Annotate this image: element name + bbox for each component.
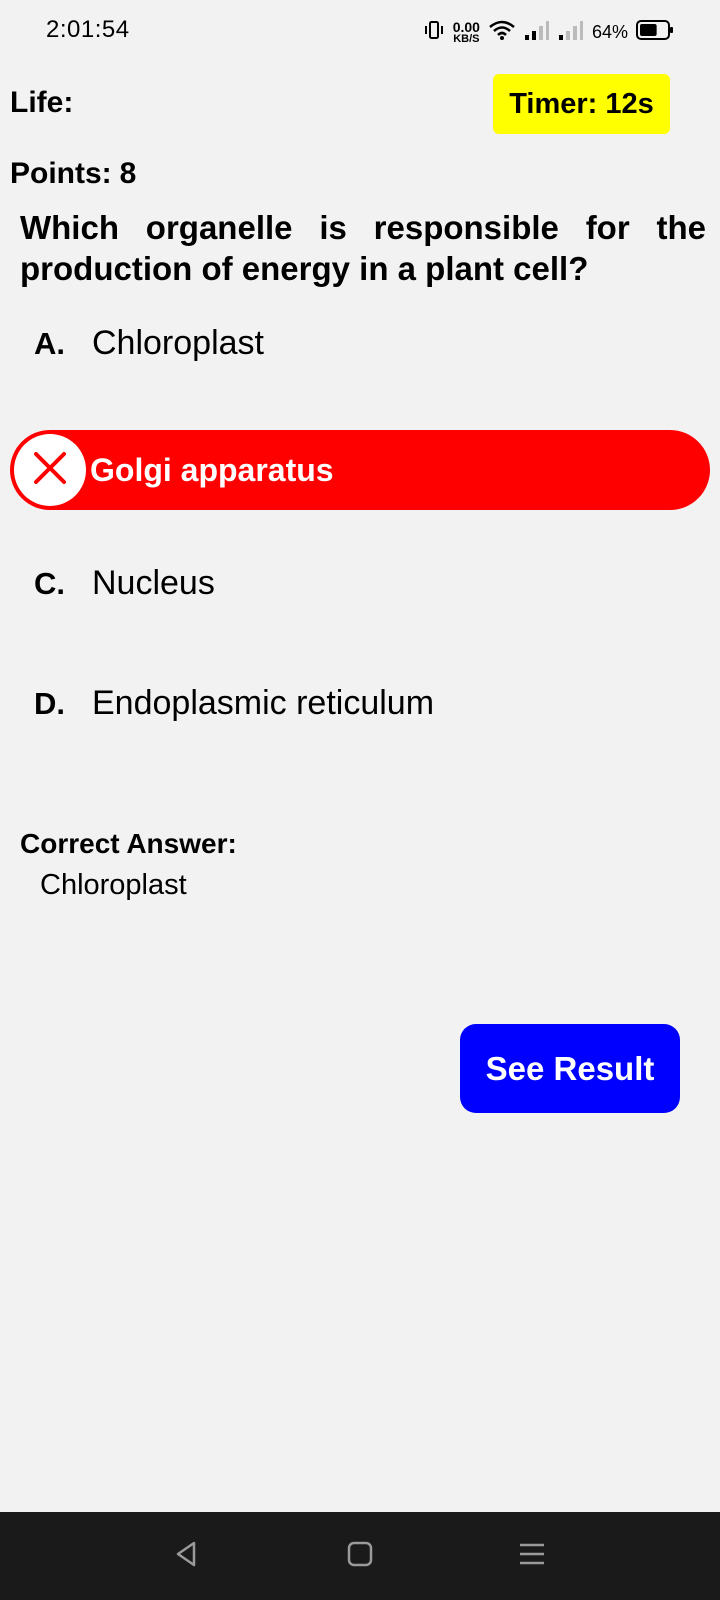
back-icon bbox=[172, 1539, 202, 1574]
points-value: 8 bbox=[119, 157, 137, 190]
signal-icon bbox=[558, 19, 584, 46]
status-time: 2:01:54 bbox=[46, 16, 130, 43]
battery-percent: 64% bbox=[591, 21, 628, 42]
points-label: Points: bbox=[10, 157, 112, 190]
question-text: Which organelle is responsible for the p… bbox=[20, 209, 706, 287]
close-icon bbox=[32, 450, 68, 491]
wrong-indicator bbox=[14, 434, 86, 506]
home-icon bbox=[345, 1539, 375, 1574]
status-icons: 0.00 KB/S 64% bbox=[423, 16, 674, 48]
option-label: Endoplasmic reticulum bbox=[92, 684, 435, 722]
status-bar: 2:01:54 0.00 KB/S 64% bbox=[0, 0, 720, 62]
signal-icon bbox=[524, 19, 550, 46]
option-letter: A. bbox=[34, 325, 65, 361]
correct-answer-value: Chloroplast bbox=[40, 869, 187, 901]
see-result-button[interactable]: See Result bbox=[460, 1024, 680, 1113]
vibrate-icon bbox=[423, 19, 445, 46]
recents-button[interactable] bbox=[508, 1532, 556, 1580]
network-speed-value: 0.00 bbox=[452, 18, 480, 35]
timer-text: Timer: 12s bbox=[509, 87, 654, 120]
option-b-wrong[interactable]: Golgi apparatus bbox=[10, 430, 710, 510]
option-label: Nucleus bbox=[92, 564, 215, 602]
option-d[interactable]: D. Endoplasmic reticulum bbox=[34, 684, 434, 723]
option-letter: C. bbox=[34, 565, 65, 601]
option-a[interactable]: A. Chloroplast bbox=[34, 324, 264, 363]
timer-badge: Timer: 12s bbox=[493, 74, 670, 134]
option-letter: D. bbox=[34, 685, 65, 721]
battery-icon bbox=[636, 19, 674, 46]
life-label: Life: bbox=[10, 86, 74, 119]
navigation-bar bbox=[0, 1512, 720, 1600]
option-c[interactable]: C. Nucleus bbox=[34, 564, 215, 603]
wifi-icon bbox=[488, 19, 516, 46]
option-label: Chloroplast bbox=[92, 324, 264, 362]
menu-icon bbox=[517, 1539, 547, 1574]
network-speed: 0.00 KB/S bbox=[453, 20, 480, 45]
option-label: Golgi apparatus bbox=[90, 451, 334, 488]
back-button[interactable] bbox=[163, 1532, 211, 1580]
network-speed-unit: KB/S bbox=[453, 32, 480, 45]
home-button[interactable] bbox=[336, 1532, 384, 1580]
points-display: Points: 8 bbox=[10, 157, 136, 191]
correct-answer-label: Correct Answer: bbox=[20, 828, 237, 859]
